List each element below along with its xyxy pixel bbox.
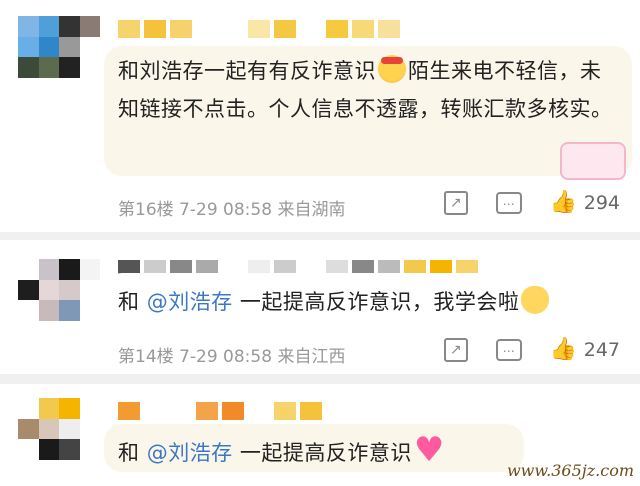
- comment-text: 和 @刘浩存 一起提高反诈意识，我学会啦: [118, 283, 551, 321]
- avatar[interactable]: [18, 398, 100, 460]
- comment-location: 来自江西: [277, 347, 346, 367]
- divider: [0, 232, 640, 240]
- floor-number: 第16楼: [118, 200, 174, 220]
- heart-emoji-icon: [414, 431, 445, 469]
- username-redacted[interactable]: [118, 402, 322, 420]
- floor-number: 第14楼: [118, 347, 174, 367]
- share-icon[interactable]: ↗: [443, 338, 468, 362]
- watermark: www.365jz.com: [506, 461, 634, 480]
- like-count: 247: [583, 339, 620, 361]
- comment-text-part: 和刘浩存一起有有反诈意识: [118, 59, 376, 83]
- comment-text-part: 一起提高反诈意识: [232, 441, 412, 465]
- waving-hand-emoji-icon: [521, 286, 550, 314]
- comment-text-part: 和: [118, 441, 147, 465]
- smile-emoji-icon: [378, 55, 406, 83]
- comment-meta: 第16楼 7-29 08:58 来自湖南: [118, 195, 345, 220]
- like-icon[interactable]: 👍: [550, 337, 577, 363]
- divider: [0, 374, 640, 384]
- comment-icon[interactable]: …: [495, 339, 522, 361]
- comment-time: 08:58: [223, 347, 273, 367]
- comment-actions: ↗ … 👍 294: [443, 190, 620, 216]
- mention-link[interactable]: @刘浩存: [147, 441, 233, 465]
- comment-time: 08:58: [223, 200, 273, 220]
- comment-text-part: 一起提高反诈意识，我学会啦: [232, 290, 520, 314]
- decorative-sticker-icon: [560, 142, 626, 180]
- comment-text: 和刘浩存一起有有反诈意识 陌生来电不轻信，未知链接不点击。个人信息不透露，转账汇款…: [118, 52, 618, 128]
- comment-text: 和 @刘浩存 一起提高反诈意识: [118, 431, 446, 472]
- comment-actions: ↗ … 👍 247: [443, 337, 620, 363]
- comment-text-part: 和: [118, 290, 147, 314]
- like-count: 294: [583, 192, 620, 214]
- comment-location: 来自湖南: [277, 200, 346, 220]
- comment-date: 7-29: [179, 200, 218, 220]
- username-redacted[interactable]: [118, 20, 400, 38]
- share-icon[interactable]: ↗: [443, 191, 468, 215]
- avatar[interactable]: [18, 259, 100, 321]
- avatar[interactable]: [18, 16, 100, 78]
- mention-link[interactable]: @刘浩存: [147, 290, 233, 314]
- comment-item-1: 和刘浩存一起有有反诈意识 陌生来电不轻信，未知链接不点击。个人信息不透露，转账汇款…: [0, 0, 640, 232]
- comment-date: 7-29: [179, 347, 218, 367]
- like-icon[interactable]: 👍: [550, 190, 577, 216]
- comment-meta: 第14楼 7-29 08:58 来自江西: [118, 342, 345, 367]
- comment-icon[interactable]: …: [495, 192, 522, 214]
